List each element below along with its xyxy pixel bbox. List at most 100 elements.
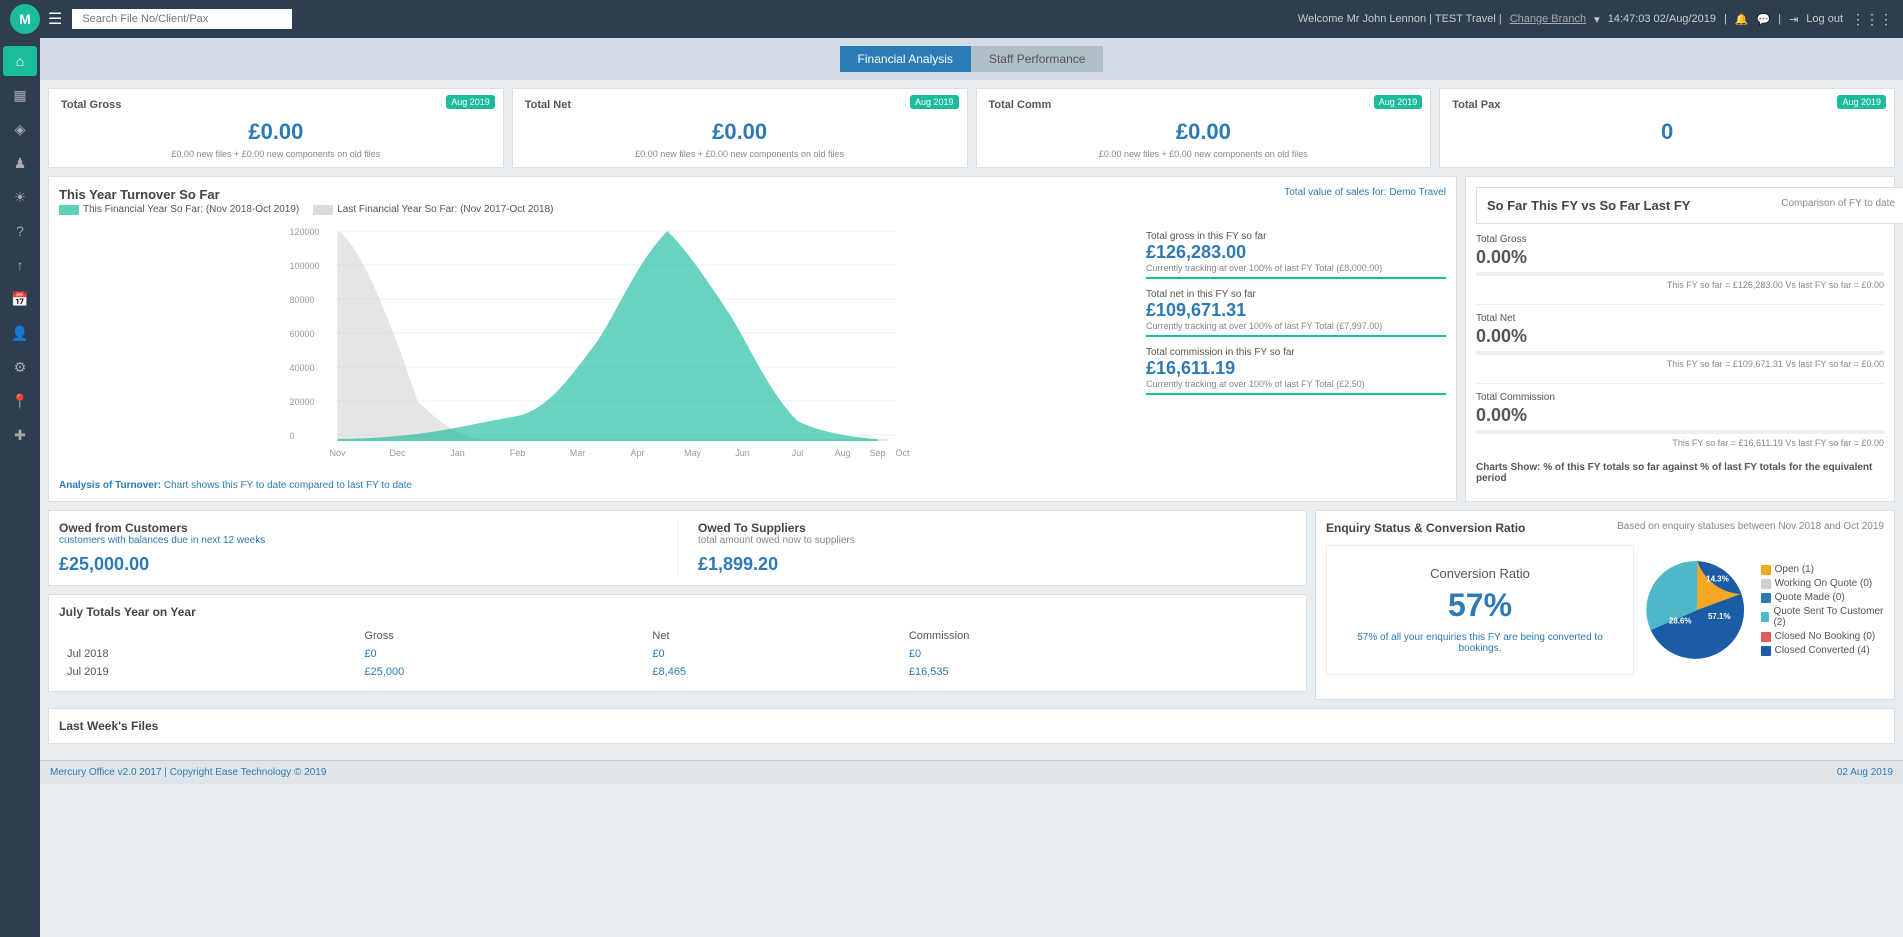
logout-icon[interactable]: ⇥	[1789, 13, 1798, 26]
totals-title: July Totals Year on Year	[59, 605, 1296, 619]
sidebar-item-users[interactable]: 👤	[3, 318, 37, 348]
change-branch-button[interactable]: Change Branch	[1510, 13, 1586, 25]
legend-item-lastfy: Last Financial Year So Far: (Nov 2017-Oc…	[313, 204, 553, 215]
legend-quote-sent-dot	[1761, 612, 1770, 622]
summary-card-net: Total Net Aug 2019 £0.00 £0.00 new files…	[512, 88, 968, 168]
legend-teal-color	[59, 205, 79, 215]
fy-charts-note: Charts Show: % of this FY totals so far …	[1476, 462, 1884, 484]
chart-svg: 120000 100000 80000 60000 40000 20000 0	[59, 221, 1136, 471]
sidebar-item-modules[interactable]: ◈	[3, 114, 37, 144]
bottom-row: Owed from Customers customers with balan…	[48, 510, 1895, 700]
row1-net: £0	[644, 645, 900, 663]
sidebar-item-sun[interactable]: ☀	[3, 182, 37, 212]
sidebar-item-home[interactable]: ⌂	[3, 46, 37, 76]
row2-net: £8,465	[644, 663, 900, 681]
legend-quote-sent: Quote Sent To Customer (2)	[1761, 606, 1884, 628]
table-row: Jul 2018 £0 £0 £0	[59, 645, 1296, 663]
owed-inner: Owed from Customers customers with balan…	[59, 521, 1296, 575]
footer-left: Mercury Office v2.0 2017 | Copyright Eas…	[50, 767, 326, 778]
card-gross-value: £0.00	[61, 119, 491, 145]
fy-stat-gross-detail: This FY so far = £126,283.00 Vs last FY …	[1476, 280, 1884, 290]
card-gross-sub: £0.00 new files + £0.00 new components o…	[61, 149, 491, 159]
svg-text:Jul: Jul	[792, 448, 804, 458]
svg-text:Oct: Oct	[895, 448, 910, 458]
sidebar-item-location[interactable]: 📍	[3, 386, 37, 416]
fy-stat-net-detail: This FY so far = £109,671.31 Vs last FY …	[1476, 359, 1884, 369]
stat-gross-label: Total gross in this FY so far	[1146, 231, 1446, 242]
card-gross-badge: Aug 2019	[446, 95, 495, 109]
sidebar-item-calendar[interactable]: 📅	[3, 284, 37, 314]
card-comm-value: £0.00	[989, 119, 1419, 145]
change-branch-arrow[interactable]: ▾	[1594, 13, 1600, 26]
svg-text:20000: 20000	[290, 397, 315, 407]
legend-open: Open (1)	[1761, 564, 1884, 575]
owed-from-value: £25,000.00	[59, 554, 657, 575]
svg-text:Aug: Aug	[834, 448, 850, 458]
fy-stat-net-pct: 0.00%	[1476, 326, 1884, 347]
sidebar-item-grid[interactable]: ▦	[3, 80, 37, 110]
enquiry-section: Enquiry Status & Conversion Ratio Based …	[1315, 510, 1895, 700]
svg-text:80000: 80000	[290, 295, 315, 305]
logout-button[interactable]: Log out	[1806, 13, 1843, 25]
sidebar-item-help[interactable]: ?	[3, 216, 37, 246]
main-content: Financial Analysis Staff Performance Tot…	[40, 38, 1903, 937]
table-row: Jul 2019 £25,000 £8,465 £16,535	[59, 663, 1296, 681]
row2-gross: £25,000	[356, 663, 644, 681]
chat-icon[interactable]: 💬	[1757, 13, 1771, 26]
hamburger-icon[interactable]: ☰	[48, 9, 62, 29]
owed-from-customers: Owed from Customers customers with balan…	[59, 521, 677, 575]
search-input[interactable]	[72, 9, 292, 29]
enquiry-header: Enquiry Status & Conversion Ratio Based …	[1326, 521, 1884, 535]
tab-staff-performance[interactable]: Staff Performance	[971, 46, 1104, 72]
card-comm-title: Total Comm	[989, 99, 1052, 111]
conversion-note: 57% of all your enquiries this FY are be…	[1337, 632, 1623, 654]
sidebar-item-add[interactable]: ✚	[3, 420, 37, 450]
sidebar-item-upload[interactable]: ↑	[3, 250, 37, 280]
svg-text:60000: 60000	[290, 329, 315, 339]
summary-card-comm: Total Comm Aug 2019 £0.00 £0.00 new file…	[976, 88, 1432, 168]
fy-stat-comm-pct: 0.00%	[1476, 405, 1884, 426]
legend-quote-made-dot	[1761, 593, 1771, 603]
separator2: |	[1778, 13, 1781, 25]
legend-closed-no-label: Closed No Booking (0)	[1775, 631, 1876, 642]
pie-chart-svg: 57.1% 28.6% 14.3%	[1644, 550, 1751, 670]
owed-to-suppliers: Owed To Suppliers total amount owed now …	[677, 521, 1296, 575]
card-pax-title: Total Pax	[1452, 99, 1500, 111]
legend-closed-conv: Closed Converted (4)	[1761, 645, 1884, 656]
stat-net-bar	[1146, 335, 1446, 337]
sidebar-item-settings[interactable]: ⚙	[3, 352, 37, 382]
tab-financial-analysis[interactable]: Financial Analysis	[840, 46, 971, 72]
legend-item-fy: This Financial Year So Far: (Nov 2018-Oc…	[59, 204, 299, 215]
footer: Mercury Office v2.0 2017 | Copyright Eas…	[40, 760, 1903, 784]
legend-fy-label: This Financial Year So Far: (Nov 2018-Oc…	[83, 204, 299, 215]
row1-gross: £0	[356, 645, 644, 663]
svg-text:40000: 40000	[290, 363, 315, 373]
fy-stat-gross-bar-wrap	[1476, 272, 1884, 276]
svg-text:100000: 100000	[290, 261, 320, 271]
stat-net-label: Total net in this FY so far	[1146, 289, 1446, 300]
separator1: |	[1724, 13, 1727, 25]
notif-icon[interactable]: 🔔	[1735, 13, 1749, 26]
owed-to-title: Owed To Suppliers	[698, 521, 1296, 535]
svg-text:Mar: Mar	[570, 448, 586, 458]
apps-icon[interactable]: ⋮⋮⋮	[1851, 11, 1893, 28]
totals-col-comm: Commission	[901, 627, 1296, 645]
footer-right: 02 Aug 2019	[1837, 767, 1893, 778]
legend-open-dot	[1761, 565, 1771, 575]
stat-comm-note: Currently tracking at over 100% of last …	[1146, 379, 1446, 389]
owed-to-sub: total amount owed now to suppliers	[698, 535, 1296, 546]
tab-bar: Financial Analysis Staff Performance	[40, 38, 1903, 80]
sidebar-item-chess[interactable]: ♟	[3, 148, 37, 178]
legend-open-label: Open (1)	[1775, 564, 1814, 575]
card-pax-badge: Aug 2019	[1837, 95, 1886, 109]
top-nav-right: Welcome Mr John Lennon | TEST Travel | C…	[1298, 11, 1893, 28]
svg-text:120000: 120000	[290, 227, 320, 237]
legend-closed-no-dot	[1761, 632, 1771, 642]
card-net-title: Total Net	[525, 99, 571, 111]
fy-panel-title: So Far This FY vs So Far Last FY	[1487, 198, 1690, 213]
main-sections: This Year Turnover So Far Total value of…	[48, 176, 1895, 502]
owed-from-title: Owed from Customers	[59, 521, 657, 535]
conversion-label: Conversion Ratio	[1430, 566, 1530, 581]
owed-from-sub: customers with balances due in next 12 w…	[59, 535, 657, 546]
chart-stat-comm: Total commission in this FY so far £16,6…	[1146, 347, 1446, 395]
